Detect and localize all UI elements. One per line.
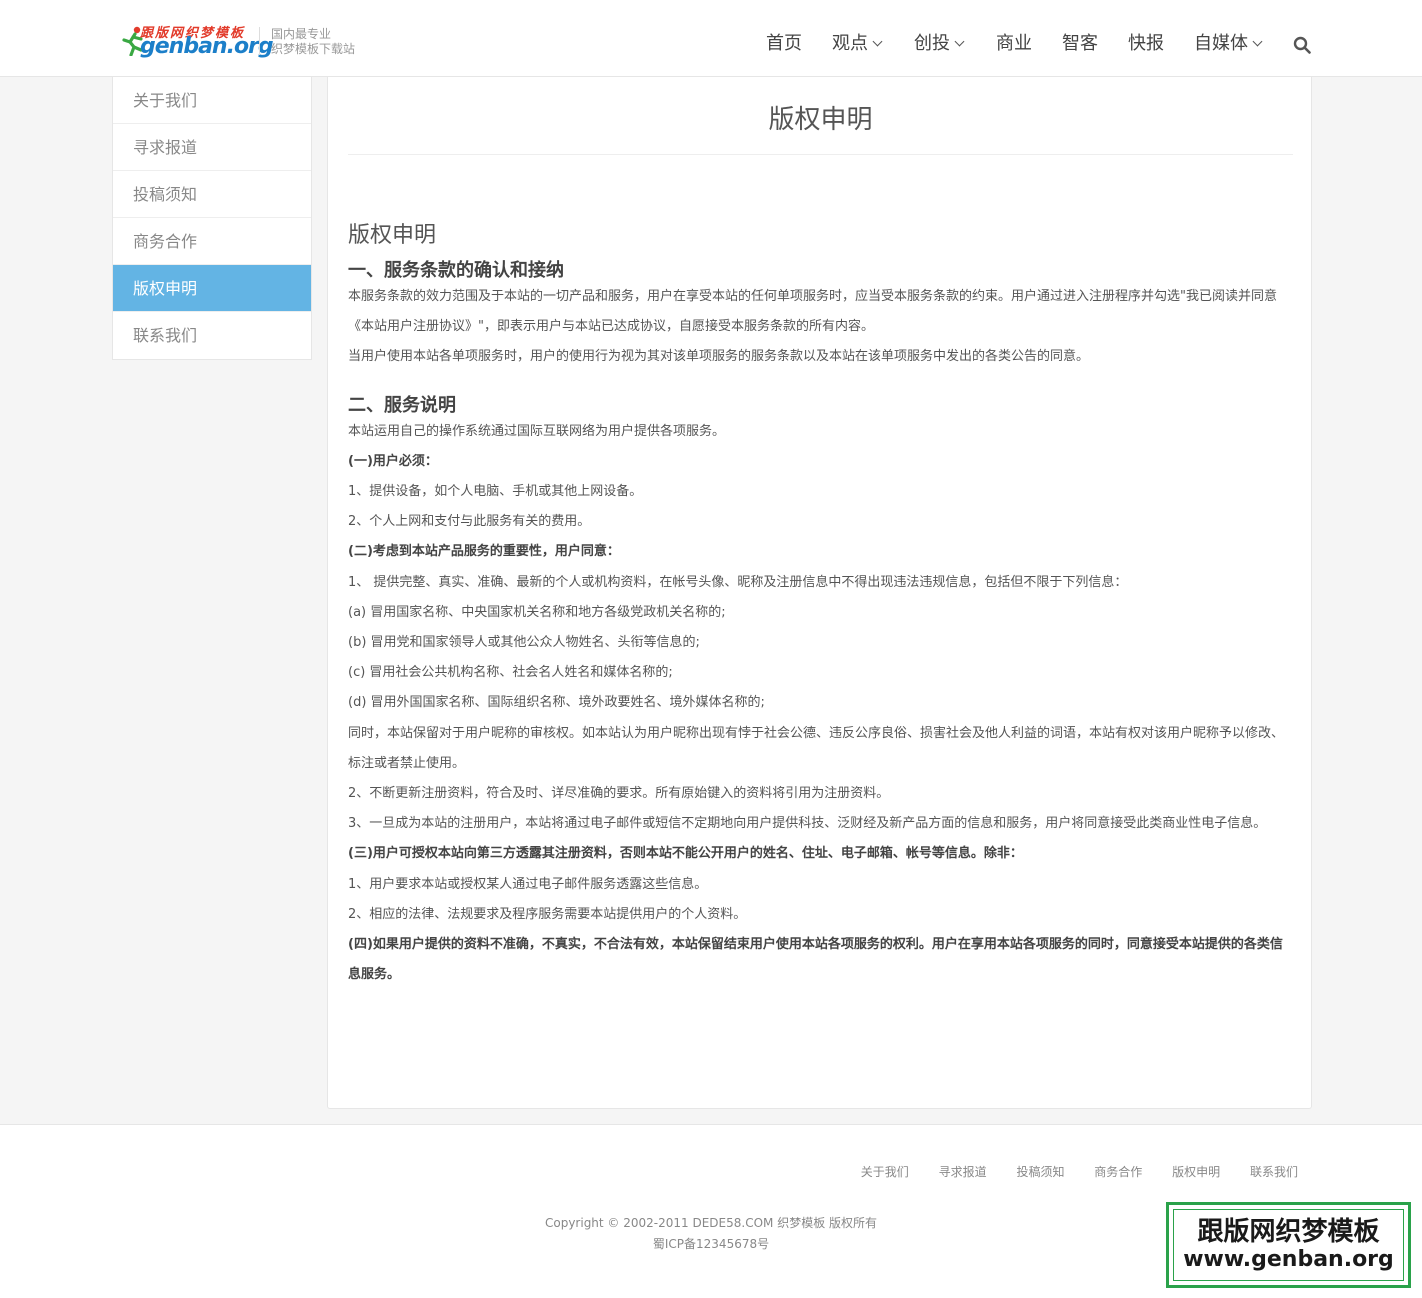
article-content: 版权申明 一、服务条款的确认和接纳 本服务条款的效力范围及于本站的一切产品和服务…	[348, 222, 1293, 990]
paragraph: (a) 冒用国家名称、中央国家机关名称和地方各级党政机关名称的;	[348, 604, 726, 620]
watermark-line-1: 跟版网织梦模板	[1197, 1217, 1380, 1247]
paragraph: 2、不断更新注册资料，符合及时、详尽准确的要求。所有原始键入的资料将引用为注册资…	[348, 786, 890, 802]
paragraph: 1、提供设备，如个人电脑、手机或其他上网设备。	[348, 484, 643, 500]
paragraph: 2、相应的法律、法规要求及程序服务需要本站提供用户的个人资料。	[348, 906, 747, 922]
page-title: 版权申明	[768, 105, 873, 135]
nav-item-zhike[interactable]: 智客	[1062, 30, 1098, 58]
nav-label: 创投	[914, 33, 950, 54]
footer-link-business-cooperation[interactable]: 商务合作	[1094, 1165, 1142, 1179]
title-divider	[348, 154, 1293, 155]
sidebar-item-label: 商务合作	[133, 232, 198, 251]
nav-label: 观点	[832, 33, 868, 54]
section-title: 一、服务条款的确认和接纳	[348, 260, 564, 281]
sidebar-item-about[interactable]: 关于我们	[113, 77, 311, 124]
sidebar-item-label: 投稿须知	[133, 185, 198, 204]
paragraph: 本站运用自己的操作系统通过国际互联网络为用户提供各项服务。	[348, 423, 726, 439]
subsection-title: (一)用户必须：	[348, 453, 438, 469]
sidebar-item-label: 寻求报道	[133, 138, 198, 157]
footer-links: 关于我们 寻求报道 投稿须知 商务合作 版权申明 联系我们	[835, 1163, 1298, 1180]
sidebar-item-business-cooperation[interactable]: 商务合作	[113, 218, 311, 265]
sidebar-item-copyright[interactable]: 版权申明	[113, 265, 311, 312]
nav-label: 快报	[1128, 33, 1164, 54]
nav-label: 自媒体	[1194, 33, 1248, 54]
footer-link-seek-coverage[interactable]: 寻求报道	[939, 1165, 987, 1179]
chevron-down-icon	[954, 36, 965, 47]
paragraph: 本服务条款的效力范围及于本站的一切产品和服务，用户在享受本站的任何单项服务时，应…	[348, 289, 1277, 335]
nav-label: 首页	[766, 33, 802, 54]
sidebar-item-label: 版权申明	[133, 279, 198, 298]
site-header: 跟版网织梦模板 genban.org 国内最专业 织梦模板下载站 首页 观点 创…	[0, 0, 1422, 77]
article-heading: 版权申明	[348, 223, 437, 248]
nav-label: 智客	[1062, 33, 1098, 54]
sidebar-item-label: 联系我们	[133, 326, 198, 345]
chevron-down-icon	[1252, 36, 1263, 47]
watermark-line-2: www.genban.org	[1183, 1247, 1394, 1272]
footer-link-copyright[interactable]: 版权申明	[1172, 1165, 1220, 1179]
chevron-down-icon	[872, 36, 883, 47]
nav-item-self-media[interactable]: 自媒体	[1194, 30, 1263, 58]
section-title: 二、服务说明	[348, 394, 456, 416]
sidebar-item-seek-coverage[interactable]: 寻求报道	[113, 124, 311, 171]
nav-item-venture[interactable]: 创投	[914, 30, 965, 58]
sidebar-item-submission-guide[interactable]: 投稿须知	[113, 171, 311, 218]
article-panel: 版权申明 版权申明 一、服务条款的确认和接纳 本服务条款的效力范围及于本站的一切…	[327, 77, 1312, 1109]
paragraph: 同时，本站保留对于用户昵称的审核权。如本站认为用户昵称出现有悖于社会公德、违反公…	[348, 725, 1285, 771]
sidebar-menu: 关于我们 寻求报道 投稿须知 商务合作 版权申明 联系我们	[112, 77, 312, 360]
main-nav: 首页 观点 创投 商业 智客 快报 自媒体	[0, 30, 1422, 60]
nav-item-viewpoint[interactable]: 观点	[832, 30, 883, 58]
paragraph: 1、 提供完整、真实、准确、最新的个人或机构资料，在帐号头像、昵称及注册信息中不…	[348, 574, 1128, 590]
nav-label: 商业	[996, 33, 1032, 54]
nav-item-business[interactable]: 商业	[996, 30, 1032, 58]
sidebar-item-label: 关于我们	[133, 91, 198, 110]
paragraph: 2、个人上网和支付与此服务有关的费用。	[348, 514, 591, 530]
paragraph: 3、一旦成为本站的注册用户，本站将通过电子邮件或短信不定期地向用户提供科技、泛财…	[348, 816, 1267, 832]
search-icon[interactable]	[1293, 36, 1311, 54]
nav-item-news-flash[interactable]: 快报	[1128, 30, 1164, 58]
footer-link-submission-guide[interactable]: 投稿须知	[1016, 1165, 1064, 1179]
footer-link-contact[interactable]: 联系我们	[1250, 1165, 1298, 1179]
sidebar-item-contact[interactable]: 联系我们	[113, 312, 311, 359]
subsection-title: (四)如果用户提供的资料不准确，不真实，不合法有效，本站保留结束用户使用本站各项…	[348, 937, 1283, 983]
paragraph: (c) 冒用社会公共机构名称、社会名人姓名和媒体名称的;	[348, 665, 673, 681]
footer-link-about[interactable]: 关于我们	[861, 1165, 909, 1179]
paragraph: 当用户使用本站各单项服务时，用户的使用行为视为其对该单项服务的服务条款以及本站在…	[348, 349, 1090, 365]
watermark-stamp: 跟版网织梦模板 www.genban.org	[1166, 1202, 1411, 1288]
paragraph: (b) 冒用党和国家领导人或其他公众人物姓名、头衔等信息的;	[348, 635, 700, 651]
subsection-title: (二)考虑到本站产品服务的重要性，用户同意：	[348, 544, 620, 560]
paragraph: (d) 冒用外国国家名称、国际组织名称、境外政要姓名、境外媒体名称的;	[348, 695, 765, 711]
nav-item-home[interactable]: 首页	[766, 30, 802, 58]
subsection-title: (三)用户可授权本站向第三方透露其注册资料，否则本站不能公开用户的姓名、住址、电…	[348, 846, 1023, 862]
paragraph: 1、用户要求本站或授权某人通过电子邮件服务透露这些信息。	[348, 876, 708, 892]
